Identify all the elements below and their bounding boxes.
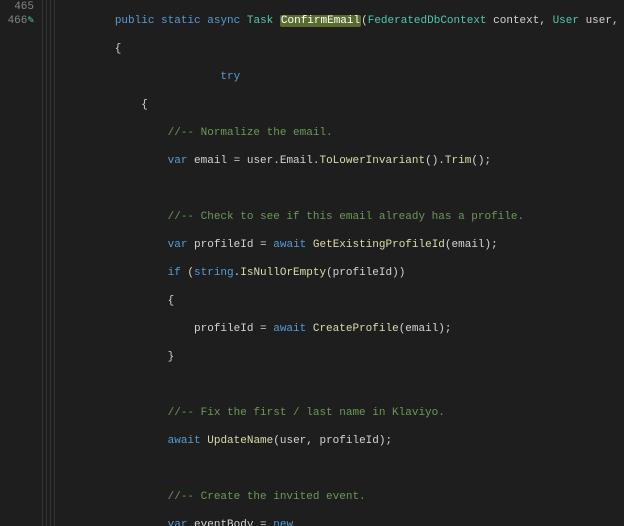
line-number: 465	[0, 0, 34, 14]
code-line	[62, 462, 624, 476]
code-line: {	[62, 98, 624, 112]
code-line	[62, 182, 624, 196]
code-line: var email = user.Email.ToLowerInvariant(…	[62, 154, 624, 168]
code-area[interactable]: public static async Task ConfirmEmail(Fe…	[58, 0, 624, 526]
code-line: //-- Normalize the email.	[62, 126, 624, 140]
code-line: try	[62, 70, 624, 84]
code-line: {	[62, 294, 624, 308]
code-line: var eventBody = new	[62, 518, 624, 526]
edit-marker-icon: ✎	[27, 15, 34, 27]
indent-guides	[40, 0, 58, 526]
code-line: {	[62, 42, 624, 56]
code-line: profileId = await CreateProfile(email);	[62, 322, 624, 336]
code-line: if (string.IsNullOrEmpty(profileId))	[62, 266, 624, 280]
code-line: public static async Task ConfirmEmail(Fe…	[62, 14, 624, 28]
code-editor[interactable]: 465 466✎ public static async Task Confir…	[0, 0, 624, 526]
code-line: //-- Fix the first / last name in Klaviy…	[62, 406, 624, 420]
method-name-highlight: ConfirmEmail	[280, 15, 361, 27]
code-line: //-- Create the invited event.	[62, 490, 624, 504]
code-line: }	[62, 350, 624, 364]
line-number: 466✎	[0, 14, 34, 28]
code-line: //-- Check to see if this email already …	[62, 210, 624, 224]
code-line	[62, 378, 624, 392]
code-line: var profileId = await GetExistingProfile…	[62, 238, 624, 252]
line-number-gutter: 465 466✎	[0, 0, 40, 526]
code-line: await UpdateName(user, profileId);	[62, 434, 624, 448]
